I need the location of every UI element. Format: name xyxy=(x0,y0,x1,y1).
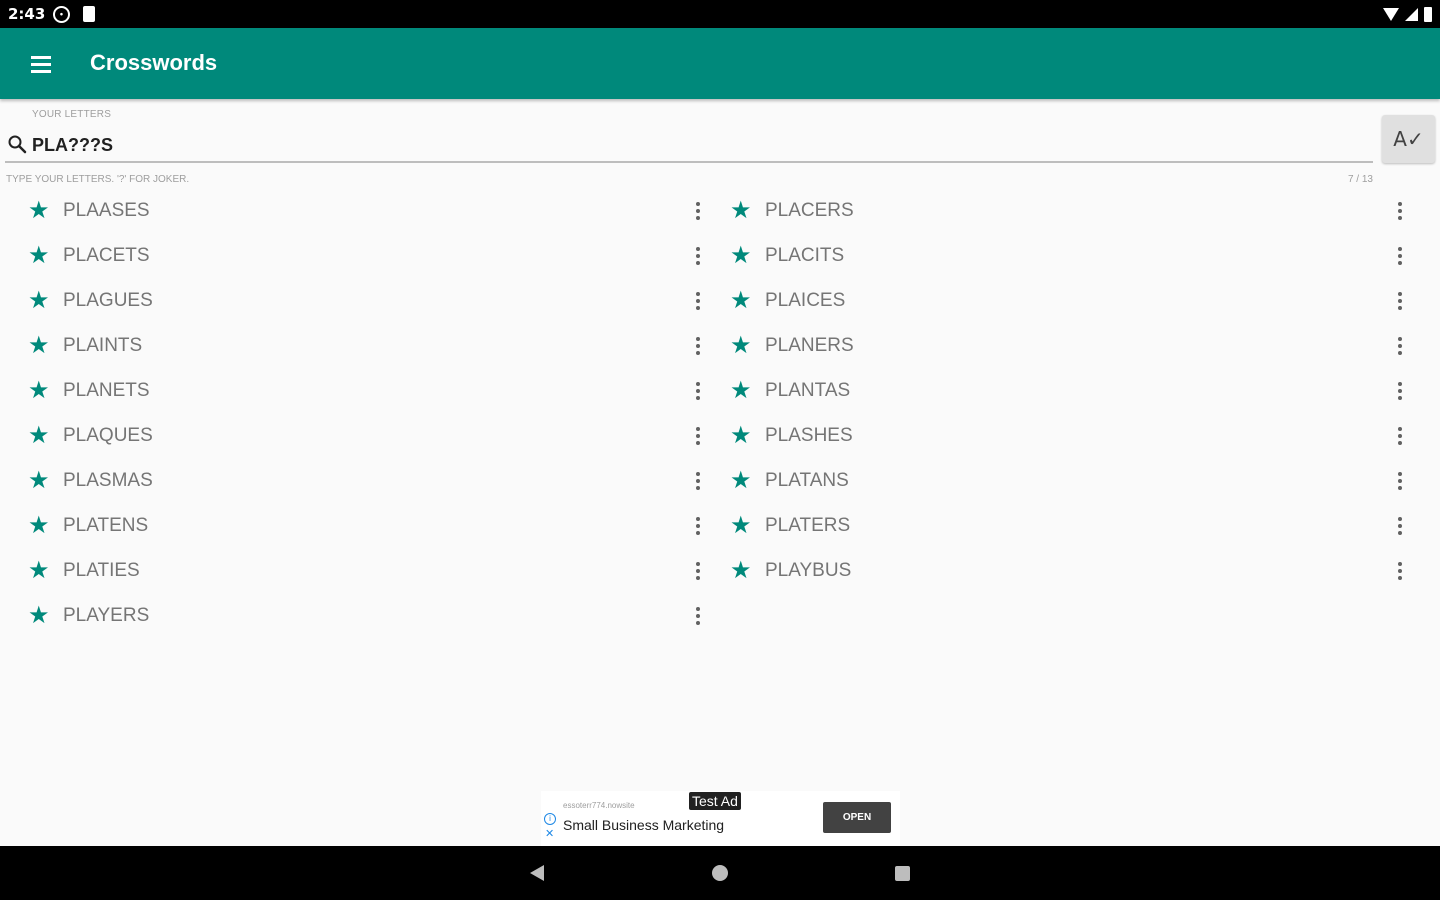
recents-icon[interactable] xyxy=(895,866,910,881)
word-text: PLACITS xyxy=(765,245,845,266)
word-text: PLATANS xyxy=(765,470,849,491)
ad-info-icon[interactable]: i xyxy=(544,813,556,825)
status-bar: 2:43 • xyxy=(0,0,1440,28)
ad-banner[interactable]: essoterr774.nowsite Test Ad i ✕ Small Bu… xyxy=(541,791,900,846)
spellcheck-button[interactable]: A✓ xyxy=(1382,115,1435,163)
ad-close-icon[interactable]: ✕ xyxy=(545,829,554,840)
word-list-item[interactable]: ★ PLATIES xyxy=(0,548,702,593)
word-list-item[interactable]: ★ PLAGUES xyxy=(0,278,702,323)
star-icon[interactable]: ★ xyxy=(730,466,752,494)
star-icon[interactable]: ★ xyxy=(730,241,752,269)
more-options-icon[interactable] xyxy=(1390,376,1410,404)
more-options-icon[interactable] xyxy=(1390,421,1410,449)
star-icon[interactable]: ★ xyxy=(28,196,50,224)
word-list-item[interactable]: ★ PLASMAS xyxy=(0,458,702,503)
word-text: PLATENS xyxy=(63,515,149,536)
word-text: PLASHES xyxy=(765,425,853,446)
more-options-icon[interactable] xyxy=(1390,556,1410,584)
star-icon[interactable]: ★ xyxy=(28,421,50,449)
status-right-icons xyxy=(1383,6,1432,22)
sd-card-icon xyxy=(83,6,95,22)
word-text: PLAYERS xyxy=(63,605,150,626)
word-text: PLANETS xyxy=(63,380,150,401)
word-list-item[interactable]: ★ PLAYBUS xyxy=(702,548,1404,593)
more-options-icon[interactable] xyxy=(1390,196,1410,224)
star-icon[interactable]: ★ xyxy=(730,286,752,314)
letters-input[interactable] xyxy=(32,132,1372,158)
search-underline xyxy=(5,161,1373,163)
more-options-icon[interactable] xyxy=(1390,331,1410,359)
battery-icon xyxy=(1424,6,1432,22)
word-list-item[interactable]: ★ PLANTAS xyxy=(702,368,1404,413)
word-text: PLATIES xyxy=(63,560,140,581)
word-text: PLAGUES xyxy=(63,290,153,311)
word-list-item[interactable]: ★ PLAQUES xyxy=(0,413,702,458)
star-icon[interactable]: ★ xyxy=(28,556,50,584)
search-icon xyxy=(8,135,27,154)
character-counter: 7 / 13 xyxy=(1347,174,1373,185)
more-options-icon[interactable] xyxy=(1390,286,1410,314)
star-icon[interactable]: ★ xyxy=(28,466,50,494)
hamburger-menu-icon[interactable] xyxy=(24,50,58,78)
word-text: PLATERS xyxy=(765,515,851,536)
app-title: Crosswords xyxy=(90,50,218,75)
word-text: PLAQUES xyxy=(63,425,153,446)
word-list-item[interactable]: ★ PLACETS xyxy=(0,233,702,278)
star-icon[interactable]: ★ xyxy=(28,331,50,359)
word-text: PLAASES xyxy=(63,200,150,221)
word-text: PLACERS xyxy=(765,200,854,221)
star-icon[interactable]: ★ xyxy=(28,601,50,629)
notification-icon: • xyxy=(53,6,70,23)
star-icon[interactable]: ★ xyxy=(730,196,752,224)
word-text: PLAYBUS xyxy=(765,560,852,581)
word-list-item[interactable]: ★ PLANETS xyxy=(0,368,702,413)
word-list-item[interactable]: ★ PLATENS xyxy=(0,503,702,548)
word-text: PLAICES xyxy=(765,290,846,311)
word-list-item[interactable]: ★ PLAASES xyxy=(0,188,702,233)
back-icon[interactable] xyxy=(530,865,544,881)
word-text: PLANTAS xyxy=(765,380,851,401)
star-icon[interactable]: ★ xyxy=(730,556,752,584)
word-list-item[interactable]: ★ PLAICES xyxy=(702,278,1404,323)
word-text: PLANERS xyxy=(765,335,854,356)
spellcheck-icon: A✓ xyxy=(1393,127,1424,151)
more-options-icon[interactable] xyxy=(1390,466,1410,494)
word-list-item[interactable]: ★ PLASHES xyxy=(702,413,1404,458)
navigation-bar xyxy=(0,846,1440,900)
signal-icon xyxy=(1405,7,1418,21)
word-text: PLAINTS xyxy=(63,335,143,356)
word-text: PLASMAS xyxy=(63,470,153,491)
word-list-item[interactable]: ★ PLACITS xyxy=(702,233,1404,278)
word-list-item[interactable]: ★ PLAYERS xyxy=(0,593,702,638)
word-list-item[interactable]: ★ PLACERS xyxy=(702,188,1404,233)
more-options-icon[interactable] xyxy=(1390,241,1410,269)
star-icon[interactable]: ★ xyxy=(730,376,752,404)
word-list-item[interactable]: ★ PLATANS xyxy=(702,458,1404,503)
status-time: 2:43 xyxy=(8,5,46,23)
more-options-icon[interactable] xyxy=(688,601,708,629)
app-bar: Crosswords xyxy=(0,28,1440,99)
ad-headline: Small Business Marketing xyxy=(563,817,725,833)
star-icon[interactable]: ★ xyxy=(28,511,50,539)
star-icon[interactable]: ★ xyxy=(28,241,50,269)
ad-open-button[interactable]: OPEN xyxy=(823,802,891,833)
search-field-label: YOUR LETTERS xyxy=(32,109,112,120)
word-results-list: ★ PLAASES ★ PLACETS ★ PLAGUES ★ PLAINTS ★ PLANETS… xyxy=(0,188,1440,638)
star-icon[interactable]: ★ xyxy=(730,511,752,539)
star-icon[interactable]: ★ xyxy=(730,421,752,449)
ad-url: essoterr774.nowsite xyxy=(563,801,635,810)
wifi-icon xyxy=(1383,7,1399,21)
star-icon[interactable]: ★ xyxy=(28,376,50,404)
word-text: PLACETS xyxy=(63,245,150,266)
star-icon[interactable]: ★ xyxy=(28,286,50,314)
star-icon[interactable]: ★ xyxy=(730,331,752,359)
word-list-item[interactable]: ★ PLANERS xyxy=(702,323,1404,368)
helper-text: TYPE YOUR LETTERS. '?' FOR JOKER. xyxy=(6,174,190,185)
test-ad-badge: Test Ad xyxy=(689,792,741,810)
more-options-icon[interactable] xyxy=(1390,511,1410,539)
home-icon[interactable] xyxy=(712,865,728,881)
word-list-item[interactable]: ★ PLATERS xyxy=(702,503,1404,548)
word-list-item[interactable]: ★ PLAINTS xyxy=(0,323,702,368)
